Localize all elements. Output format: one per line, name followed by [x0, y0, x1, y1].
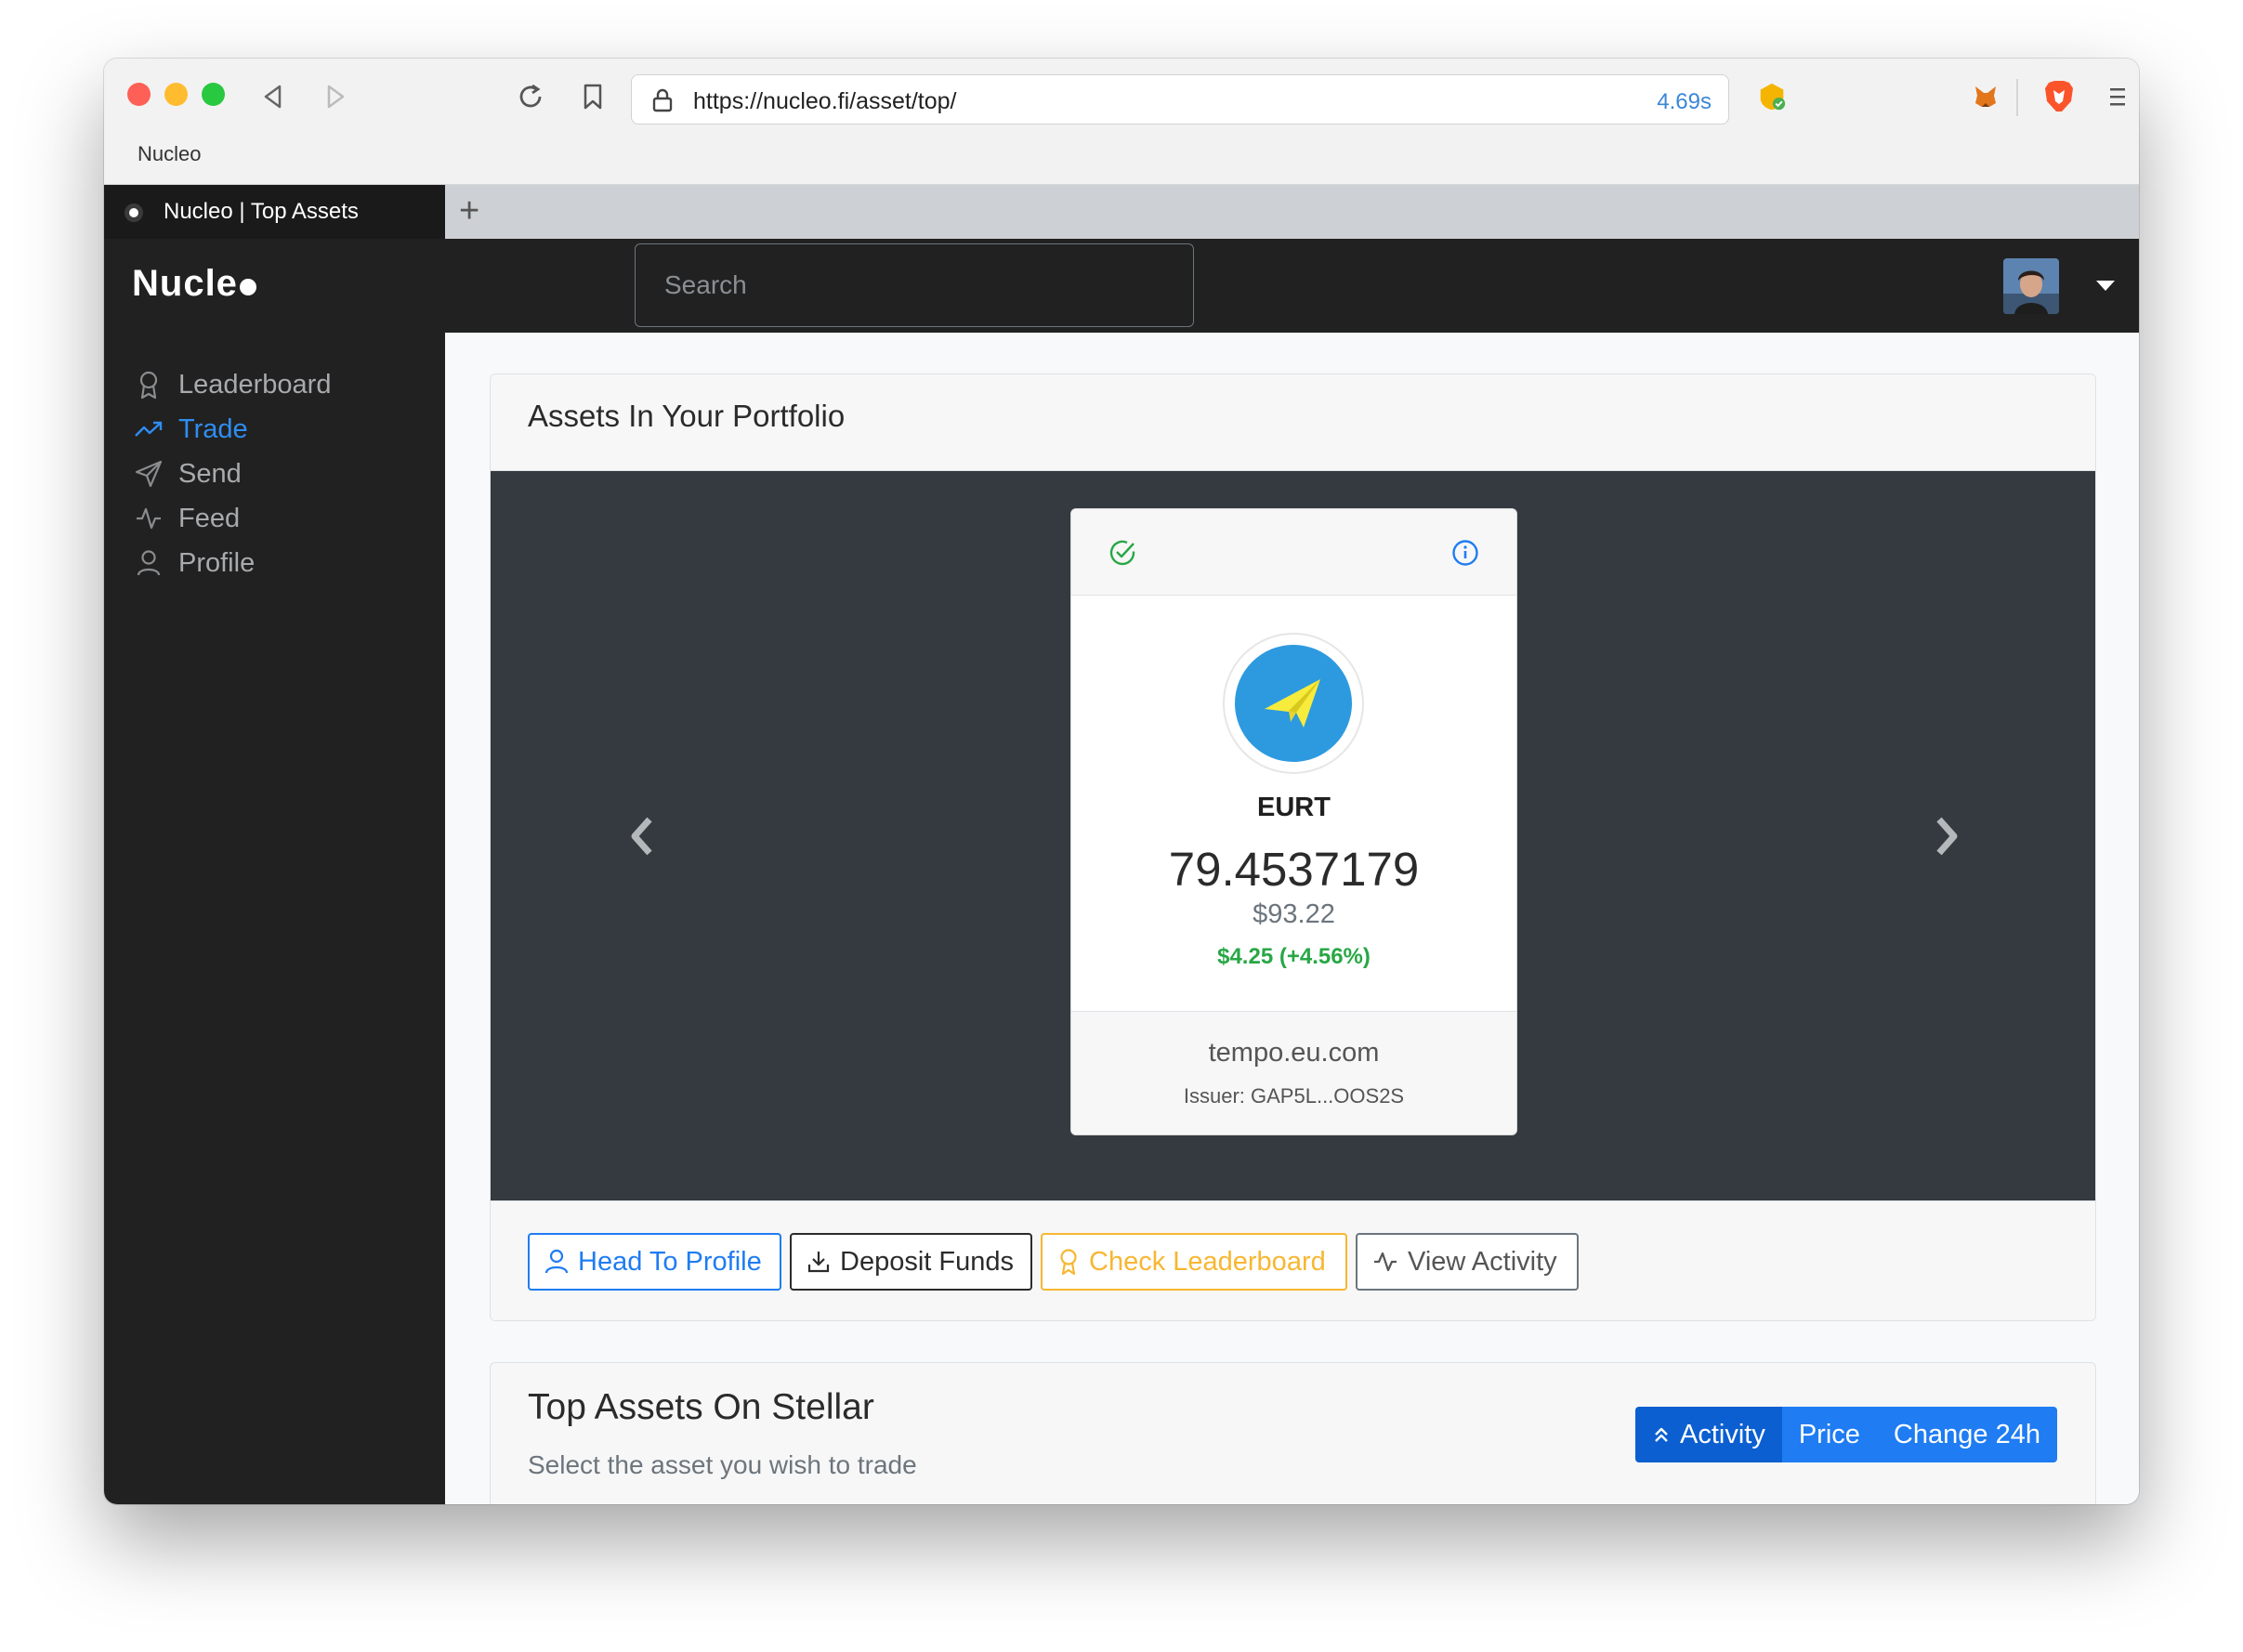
- app-navbar: Nucle: [104, 239, 2139, 333]
- tab-title: Nucleo | Top Assets: [164, 199, 359, 224]
- top-assets-title: Top Assets On Stellar: [528, 1387, 874, 1427]
- activity-icon: [134, 504, 164, 533]
- user-menu-caret-icon[interactable]: [2096, 281, 2115, 291]
- favicon-icon: [125, 203, 143, 222]
- check-leaderboard-button[interactable]: Check Leaderboard: [1041, 1233, 1347, 1291]
- metamask-fox-icon[interactable]: [1970, 81, 2001, 112]
- sort-activity-label: Activity: [1680, 1419, 1765, 1449]
- sidebar-item-feed[interactable]: Feed: [134, 498, 240, 539]
- brand-text: Nucle: [132, 263, 238, 304]
- tab-bar: Nucleo | Top Assets +: [104, 185, 2139, 239]
- avatar[interactable]: [2003, 258, 2059, 314]
- toolbar-divider: [2016, 79, 2018, 116]
- sort-change-button[interactable]: Change 24h: [1876, 1407, 2057, 1462]
- head-to-profile-button[interactable]: Head To Profile: [528, 1233, 781, 1291]
- reload-icon[interactable]: [515, 81, 546, 112]
- portfolio-card-header: Assets In Your Portfolio: [491, 374, 2095, 471]
- user-icon: [134, 548, 164, 578]
- chevrons-up-icon: [1652, 1424, 1671, 1445]
- send-icon: [134, 459, 164, 489]
- asset-code: EURT: [1257, 793, 1331, 822]
- portfolio-title: Assets In Your Portfolio: [528, 399, 846, 433]
- trending-up-icon: [134, 414, 164, 444]
- close-window-button[interactable]: [127, 83, 151, 106]
- activity-icon: [1372, 1251, 1398, 1273]
- check-leaderboard-label: Check Leaderboard: [1089, 1246, 1326, 1277]
- sidebar-item-leaderboard[interactable]: Leaderboard: [134, 364, 331, 405]
- portfolio-actions: Head To Profile Deposit Funds Check Lead…: [491, 1200, 2095, 1320]
- asset-balance: 79.4537179: [1168, 843, 1420, 896]
- new-tab-button[interactable]: +: [459, 190, 479, 231]
- sort-change-label: Change 24h: [1893, 1419, 2040, 1449]
- lock-icon: [652, 88, 673, 117]
- browser-toolbar: https://nucleo.fi/asset/top/ 4.69s Nucle…: [104, 59, 2139, 185]
- bookmark-nucleo[interactable]: Nucleo: [138, 142, 201, 166]
- view-activity-label: View Activity: [1408, 1246, 1557, 1277]
- sidebar-item-send[interactable]: Send: [134, 453, 242, 494]
- url-text: https://nucleo.fi/asset/top/: [693, 88, 957, 114]
- sort-price-label: Price: [1798, 1419, 1860, 1449]
- load-time: 4.69s: [1657, 89, 1712, 114]
- check-circle-icon: [1108, 539, 1136, 571]
- brand-logo[interactable]: Nucle: [132, 263, 256, 305]
- sidebar-item-label: Trade: [178, 413, 248, 444]
- asset-issuer: Issuer: GAP5L...OOS2S: [1183, 1084, 1405, 1108]
- sidebar: Leaderboard Trade Send Feed Profile: [104, 333, 445, 1504]
- sidebar-item-label: Send: [178, 458, 242, 489]
- deposit-funds-label: Deposit Funds: [840, 1246, 1014, 1277]
- sidebar-item-label: Leaderboard: [178, 369, 332, 400]
- top-assets-card: Top Assets On Stellar Select the asset y…: [490, 1362, 2096, 1504]
- top-assets-subtitle: Select the asset you wish to trade: [528, 1450, 917, 1479]
- search-input[interactable]: [635, 243, 1194, 327]
- bookmark-icon[interactable]: [577, 81, 609, 112]
- sort-price-button[interactable]: Price: [1781, 1407, 1877, 1462]
- asset-card[interactable]: EURT 79.4537179 $93.22 $4.25 (+4.56%) te…: [1070, 508, 1517, 1135]
- sidebar-item-label: Feed: [178, 503, 241, 533]
- asset-change: $4.25 (+4.56%): [1217, 944, 1371, 969]
- main-content: Assets In Your Portfolio EURT 79.4537179…: [445, 333, 2139, 1504]
- asset-carousel: EURT 79.4537179 $93.22 $4.25 (+4.56%) te…: [491, 471, 2095, 1200]
- award-icon: [134, 370, 164, 400]
- sort-activity-button[interactable]: Activity: [1635, 1407, 1782, 1462]
- asset-domain: tempo.eu.com: [1208, 1038, 1380, 1068]
- carousel-next-icon[interactable]: [1929, 813, 1966, 859]
- menu-icon[interactable]: [2102, 81, 2133, 112]
- sidebar-item-profile[interactable]: Profile: [134, 543, 255, 583]
- asset-usd-value: $93.22: [1253, 899, 1335, 929]
- view-activity-button[interactable]: View Activity: [1356, 1233, 1579, 1291]
- minimize-window-button[interactable]: [164, 83, 188, 106]
- carousel-prev-icon[interactable]: [623, 813, 660, 859]
- paper-plane-icon: [1235, 645, 1352, 762]
- brand-dot-icon: [239, 279, 256, 295]
- sidebar-item-label: Profile: [178, 547, 256, 578]
- download-icon: [807, 1250, 831, 1274]
- asset-card-header: [1071, 509, 1516, 596]
- user-icon: [544, 1249, 569, 1275]
- zoom-window-button[interactable]: [202, 83, 225, 106]
- browser-window: https://nucleo.fi/asset/top/ 4.69s Nucle…: [104, 59, 2139, 1504]
- extension-shield-icon[interactable]: [1756, 81, 1788, 112]
- portfolio-card: Assets In Your Portfolio EURT 79.4537179…: [490, 374, 2096, 1321]
- asset-logo: [1223, 633, 1364, 774]
- award-icon: [1057, 1248, 1080, 1276]
- address-bar[interactable]: https://nucleo.fi/asset/top/ 4.69s: [631, 74, 1729, 125]
- sort-button-group: Activity Price Change 24h: [1635, 1407, 2057, 1462]
- brave-lion-icon[interactable]: [2043, 81, 2075, 112]
- back-icon[interactable]: [257, 81, 289, 112]
- tab-nucleo-top-assets[interactable]: Nucleo | Top Assets: [104, 185, 445, 239]
- sidebar-item-trade[interactable]: Trade: [134, 409, 248, 450]
- deposit-funds-button[interactable]: Deposit Funds: [790, 1233, 1032, 1291]
- head-to-profile-label: Head To Profile: [578, 1246, 762, 1277]
- forward-icon[interactable]: [320, 81, 351, 112]
- info-icon[interactable]: [1451, 539, 1479, 571]
- asset-card-footer: tempo.eu.com Issuer: GAP5L...OOS2S: [1071, 1011, 1516, 1134]
